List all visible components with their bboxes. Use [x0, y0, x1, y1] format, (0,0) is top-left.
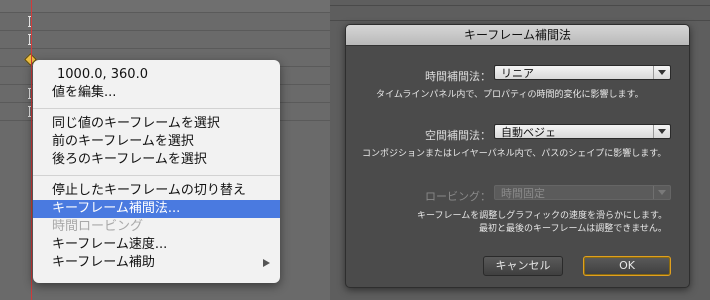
submenu-arrow-icon	[263, 259, 270, 267]
timeline-header-strip	[0, 0, 330, 12]
spatial-interpolation-select[interactable]: 自動ベジェ	[494, 124, 671, 139]
ok-button[interactable]: OK	[583, 256, 671, 276]
roving-description-line2: 最初と最後のキーフレームは調整できません。	[479, 224, 667, 234]
menu-item-keyframe-assistant[interactable]: キーフレーム補助	[33, 254, 280, 272]
menu-separator	[33, 175, 280, 176]
track-divider	[0, 12, 330, 13]
menu-item-keyframe-velocity[interactable]: キーフレーム速度...	[33, 236, 280, 254]
timeline-panel[interactable]: 1000.0, 360.0 値を編集... 同じ値のキーフレームを選択 前のキー…	[0, 0, 330, 300]
temporal-interpolation-value: リニア	[501, 67, 534, 80]
temporal-interpolation-select[interactable]: リニア	[494, 65, 671, 80]
keyframe-value-readout: 1000.0, 360.0	[57, 67, 148, 82]
dialog-backdrop: キーフレーム補間法 時間補間法： リニア タイムラインパネル内で、プロパティの時…	[330, 0, 710, 300]
menu-item-select-previous-keyframe[interactable]: 前のキーフレームを選択	[33, 133, 280, 151]
dialog-title: キーフレーム補間法	[346, 25, 689, 46]
spatial-interpolation-value: 自動ベジェ	[501, 126, 556, 139]
menu-item-select-equal-keyframes[interactable]: 同じ値のキーフレームを選択	[33, 115, 280, 133]
temporal-interpolation-label: 時間補間法：	[425, 70, 491, 83]
cancel-button[interactable]: キャンセル	[483, 256, 563, 276]
roving-value: 時間固定	[501, 187, 545, 200]
temporal-interpolation-description: タイムラインパネル内で、プロパティの時間的変化に影響します。	[376, 90, 644, 100]
chevron-down-icon	[653, 66, 670, 79]
chevron-down-icon	[653, 186, 670, 199]
keyframe-interpolation-dialog: キーフレーム補間法 時間補間法： リニア タイムラインパネル内で、プロパティの時…	[345, 24, 690, 288]
menu-item-edit-value[interactable]: 値を編集...	[33, 84, 280, 102]
menu-item-toggle-hold-keyframe[interactable]: 停止したキーフレームの切り替え	[33, 182, 280, 200]
backdrop-line	[330, 5, 710, 6]
menu-item-keyframe-interpolation[interactable]: キーフレーム補間法...	[33, 200, 280, 218]
spatial-interpolation-label: 空間補間法：	[425, 129, 491, 142]
track-divider	[0, 48, 330, 49]
keyframe-context-menu: 1000.0, 360.0 値を編集... 同じ値のキーフレームを選択 前のキー…	[33, 60, 280, 283]
spatial-interpolation-description: コンポジションまたはレイヤーパネル内で、パスのシェイプに影響します。	[362, 149, 667, 159]
playhead-line[interactable]	[31, 0, 32, 300]
menu-item-rove-across-time: 時間ロービング	[52, 219, 144, 234]
menu-separator	[33, 108, 280, 109]
roving-label: ロービング：	[425, 190, 491, 203]
menu-item-select-next-keyframe[interactable]: 後ろのキーフレームを選択	[33, 151, 280, 169]
roving-select: 時間固定	[494, 185, 671, 200]
menu-item-keyframe-assistant-label: キーフレーム補助	[52, 255, 155, 270]
chevron-down-icon	[653, 125, 670, 138]
track-divider	[0, 30, 330, 31]
roving-description-line1: キーフレームを調整しグラフィックの速度を滑らかにします。	[417, 211, 668, 221]
backdrop-line	[330, 20, 710, 21]
